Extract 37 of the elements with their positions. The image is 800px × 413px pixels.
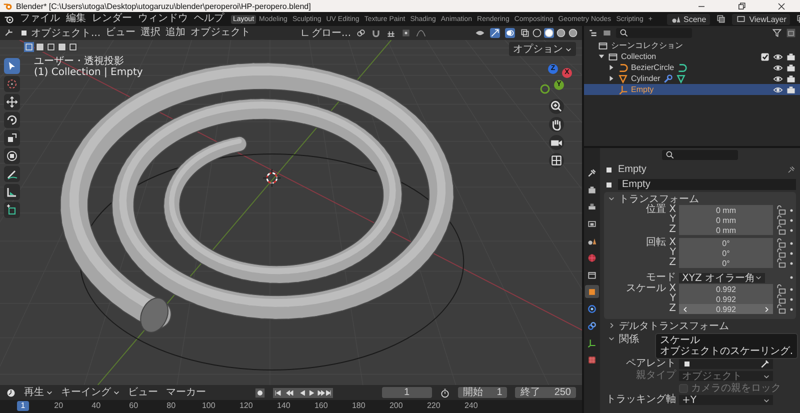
outliner-item-label: Cylinder: [631, 74, 660, 83]
view-name: ユーザー・透視投影: [34, 56, 125, 67]
tooltip-description: オブジェクトのスケーリング.: [660, 346, 793, 357]
frame-number: 100: [200, 401, 216, 411]
frame-number: 180: [350, 401, 366, 411]
frame-number: 120: [238, 401, 254, 411]
frame-number: 200: [388, 401, 404, 411]
frame-number: 140: [276, 401, 292, 411]
axis-label: Z: [668, 304, 676, 314]
outliner-item-label: Empty: [631, 85, 654, 94]
frame-number: 220: [426, 401, 442, 411]
axis-label: Y: [668, 248, 676, 258]
axis-label: Y: [668, 215, 676, 225]
field-label: 回転 X: [644, 238, 676, 248]
object-name: Empty: [618, 164, 646, 175]
field-label: モード: [645, 272, 676, 282]
tooltip-title: スケール: [660, 335, 701, 346]
frame-number: 20: [53, 401, 64, 411]
axis-label: Y: [668, 294, 676, 304]
field-label: スケール X: [624, 284, 676, 294]
view-context: (1) Collection | Empty: [34, 67, 143, 78]
axis-label: Z: [668, 258, 676, 268]
outliner-item-label: BezierCircle: [631, 63, 674, 72]
frame-number: 40: [90, 401, 102, 411]
field-label: 位置 X: [646, 205, 676, 215]
frame-number: 160: [313, 401, 329, 411]
field-label: ペアレント: [625, 359, 676, 369]
frame-number: 80: [166, 401, 177, 411]
window-title: Blender* [C:\Users\utoga\Desktop\utogaruzu\blender\peroperoi\HP-peropero.blend]: [16, 2, 311, 10]
frame-number: 240: [463, 401, 479, 411]
field-label: トラッキング軸: [605, 395, 676, 405]
frame-number: 60: [128, 401, 140, 411]
outliner-item-label: Collection: [621, 52, 656, 61]
field-label: 親タイプ: [635, 371, 676, 381]
checkbox-label: カメラの親をロック: [691, 382, 781, 395]
axis-label: Z: [668, 225, 676, 235]
outliner-item-label: シーンコレクション: [611, 40, 683, 51]
